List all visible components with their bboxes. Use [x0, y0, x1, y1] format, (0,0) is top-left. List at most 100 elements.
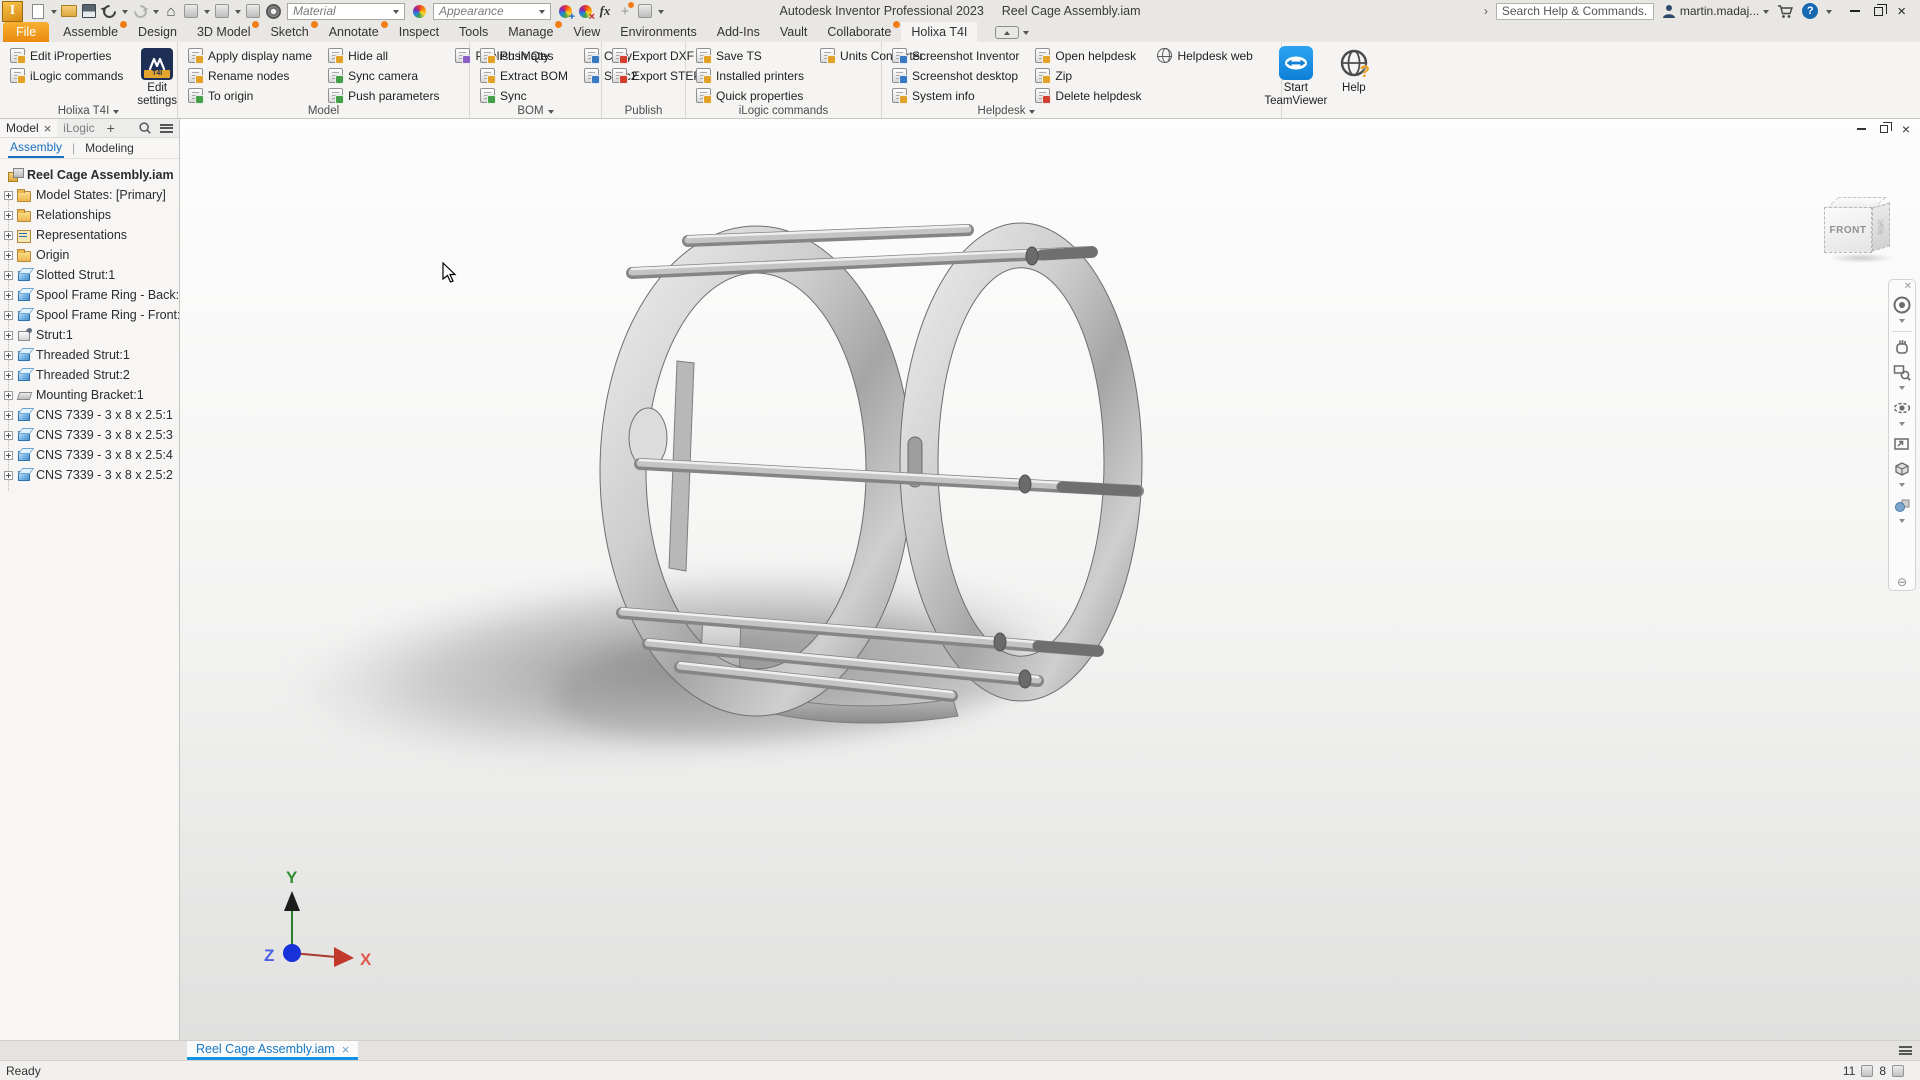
ribbon-tab[interactable]: Collaborate — [817, 22, 901, 42]
panel-dropdown-icon[interactable] — [1029, 110, 1035, 117]
look-at-icon[interactable] — [1891, 432, 1913, 456]
edit-settings-button[interactable]: T4I Edit settings — [137, 48, 177, 108]
open-folder-icon[interactable] — [60, 2, 78, 20]
ribbon-button[interactable]: Sync — [478, 86, 570, 105]
tree-item[interactable]: CNS 7339 - 3 x 8 x 2.5:3 — [0, 425, 179, 445]
quick-change-icon[interactable] — [182, 2, 200, 20]
subtab-assembly[interactable]: Assembly — [8, 138, 64, 158]
doc-restore-button[interactable] — [1880, 125, 1888, 133]
wheel-x-icon[interactable] — [576, 2, 594, 20]
ribbon-button[interactable]: Screenshot Inventor — [890, 46, 1021, 65]
tree-item[interactable]: Origin — [0, 245, 179, 265]
viewcube-right-face[interactable]: RIGHT — [1872, 202, 1890, 251]
document-tab[interactable]: Reel Cage Assembly.iam × — [187, 1041, 358, 1060]
dropdown-caret-icon[interactable] — [49, 2, 58, 20]
color-wheel-icon[interactable] — [410, 2, 428, 20]
ribbon-button[interactable]: Extract BOM — [478, 66, 570, 85]
expand-icon[interactable] — [4, 251, 13, 260]
collapse-search-icon[interactable]: › — [1484, 4, 1488, 18]
ribbon-tab[interactable]: File — [3, 22, 49, 42]
ribbon-button[interactable]: Save TS — [694, 46, 806, 65]
add-tab-button[interactable]: + — [101, 120, 121, 136]
tree-item[interactable]: Reel Cage Assembly.iam — [0, 165, 179, 185]
add-icon[interactable] — [616, 2, 634, 20]
expand-icon[interactable] — [4, 311, 13, 320]
ribbon-button[interactable]: Hide all — [326, 46, 441, 65]
ribbon-button[interactable]: Rename nodes — [186, 66, 314, 85]
wheel-plus-icon[interactable] — [556, 2, 574, 20]
expand-icon[interactable] — [4, 371, 13, 380]
ribbon-tab[interactable]: Sketch — [260, 22, 318, 42]
chevron-down-icon[interactable] — [1899, 386, 1905, 393]
start-teamviewer-button[interactable]: Start TeamViewer — [1267, 46, 1325, 108]
chevron-down-icon[interactable] — [1899, 422, 1905, 429]
search-input[interactable] — [1496, 3, 1654, 20]
close-button[interactable]: × — [1897, 4, 1906, 19]
user-account-button[interactable]: martin.madaj... — [1662, 4, 1769, 19]
panel-dropdown-icon[interactable] — [113, 110, 119, 117]
tree-item[interactable]: Strut:1 — [0, 325, 179, 345]
home-icon[interactable] — [162, 2, 180, 20]
render-icon[interactable] — [264, 2, 282, 20]
tree-item[interactable]: Slotted Strut:1 — [0, 265, 179, 285]
expand-icon[interactable] — [4, 351, 13, 360]
ribbon-button[interactable]: System info — [890, 86, 1021, 105]
expand-icon[interactable] — [4, 391, 13, 400]
tree-item[interactable]: CNS 7339 - 3 x 8 x 2.5:2 — [0, 465, 179, 485]
doc-minimize-button[interactable] — [1857, 128, 1866, 130]
viewcube-front-face[interactable]: FRONT — [1824, 207, 1872, 253]
expand-icon[interactable] — [4, 211, 13, 220]
ribbon-tab[interactable]: 3D Model — [187, 22, 261, 42]
ribbon-collapse-button[interactable] — [995, 26, 1019, 39]
chevron-down-icon[interactable] — [1899, 319, 1905, 326]
ribbon-button[interactable]: Push Qty — [478, 46, 570, 65]
ribbon-tab[interactable]: Vault — [770, 22, 818, 42]
chevron-down-icon[interactable] — [1023, 31, 1029, 38]
ribbon-tab[interactable]: Environments — [610, 22, 706, 42]
chevron-down-icon[interactable] — [1899, 519, 1905, 526]
tree-item[interactable]: Mounting Bracket:1 — [0, 385, 179, 405]
expand-icon[interactable] — [4, 291, 13, 300]
ribbon-tab[interactable]: Add-Ins — [707, 22, 770, 42]
pan-icon[interactable] — [1891, 335, 1913, 359]
ribbon-button[interactable]: Zip — [1033, 66, 1143, 85]
expand-icon[interactable] — [4, 191, 13, 200]
subtab-modeling[interactable]: Modeling — [83, 139, 136, 157]
tree-item[interactable]: Representations — [0, 225, 179, 245]
expand-icon[interactable] — [4, 431, 13, 440]
close-icon[interactable]: × — [342, 1042, 350, 1057]
undo-icon[interactable] — [100, 2, 118, 20]
dropdown-caret-icon[interactable] — [233, 2, 242, 20]
save-icon[interactable] — [80, 2, 98, 20]
view-face-icon[interactable] — [1891, 457, 1913, 481]
tree-item[interactable]: CNS 7339 - 3 x 8 x 2.5:4 — [0, 445, 179, 465]
new-file-icon[interactable] — [29, 2, 47, 20]
inventor-logo-icon[interactable]: I — [2, 1, 23, 22]
close-icon[interactable]: × — [44, 121, 52, 136]
app-store-cart-icon[interactable] — [1777, 4, 1794, 19]
panel-dropdown-icon[interactable] — [548, 110, 554, 117]
ribbon-tab[interactable]: Design — [128, 22, 187, 42]
ribbon-button[interactable]: Open helpdesk — [1033, 46, 1143, 65]
ribbon-tab[interactable]: View — [563, 22, 610, 42]
doc-close-button[interactable]: × — [1902, 122, 1910, 136]
ribbon-button[interactable]: Edit iProperties — [8, 46, 125, 65]
tree-item[interactable]: Model States: [Primary] — [0, 185, 179, 205]
ribbon-tab[interactable]: Inspect — [389, 22, 449, 42]
browser-menu-icon[interactable] — [160, 124, 173, 133]
ribbon-tab[interactable]: Holixa T4I — [901, 22, 977, 42]
ribbon-button[interactable]: iLogic commands — [8, 66, 125, 85]
ribbon-button[interactable]: Push parameters — [326, 86, 441, 105]
navbar-customize-icon[interactable]: ⊖ — [1897, 576, 1907, 588]
tree-item[interactable]: CNS 7339 - 3 x 8 x 2.5:1 — [0, 405, 179, 425]
viewcube[interactable]: FRONT RIGHT — [1820, 195, 1910, 275]
tree-item[interactable]: Spool Frame Ring - Front:1 — [0, 305, 179, 325]
ribbon-button[interactable]: Screenshot desktop — [890, 66, 1021, 85]
ribbon-button[interactable]: Apply display name — [186, 46, 314, 65]
clipboard-icon[interactable] — [244, 2, 262, 20]
ribbon-tab[interactable]: Tools — [449, 22, 498, 42]
material-dropdown[interactable]: Material — [287, 3, 405, 20]
browser-tab-ilogic[interactable]: iLogic — [57, 119, 100, 137]
tree-item[interactable]: Threaded Strut:1 — [0, 345, 179, 365]
ribbon-button[interactable]: Quick properties — [694, 86, 806, 105]
